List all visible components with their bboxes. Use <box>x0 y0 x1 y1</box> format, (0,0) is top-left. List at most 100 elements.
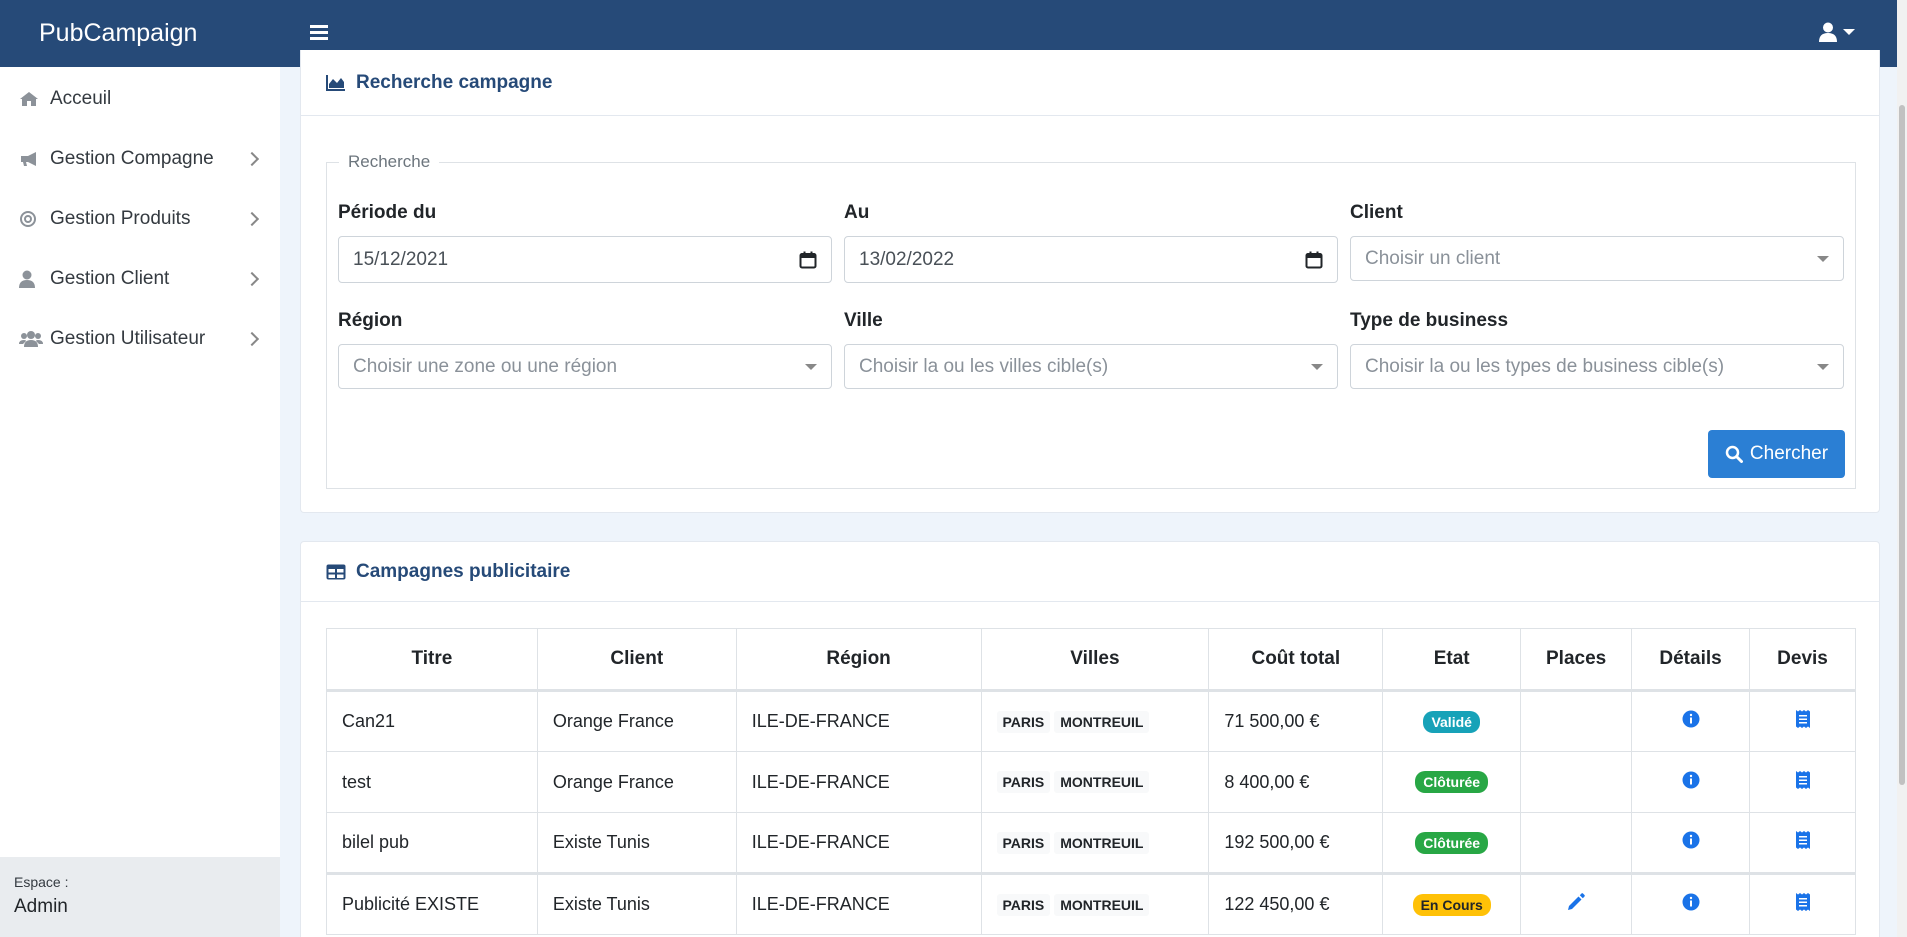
cell-cities: PARIS MONTREUIL <box>980 690 1210 752</box>
sidebar-item-gestion-compagne[interactable]: Gestion Compagne <box>0 129 280 189</box>
menu-toggle-icon[interactable] <box>310 22 328 44</box>
cell-cost: 122 450,00 € <box>1208 872 1384 935</box>
column-header[interactable]: Coût total <box>1208 628 1384 692</box>
column-header[interactable]: Client <box>536 628 737 692</box>
period-to-label: Au <box>844 202 870 223</box>
chevron-right-icon <box>244 271 260 287</box>
sidebar-item-label: Gestion Produits <box>50 208 191 229</box>
campaigns-card-title: Campagnes publicitaire <box>356 560 571 582</box>
status-badge: Clôturée <box>1415 831 1489 854</box>
cell-state: Clôturée <box>1382 751 1522 813</box>
cell-title: Can21 <box>326 690 538 752</box>
info-icon[interactable] <box>1682 831 1700 854</box>
table-row: bilel pub Existe Tunis ILE-DE-FRANCE PAR… <box>326 812 1856 874</box>
period-from-label: Période du <box>338 202 437 223</box>
cell-places <box>1520 751 1633 813</box>
search-icon <box>1725 445 1743 463</box>
cell-client: Existe Tunis <box>536 812 737 874</box>
column-header[interactable]: Places <box>1520 628 1633 692</box>
receipt-icon[interactable] <box>1795 831 1810 854</box>
cell-details <box>1631 872 1751 935</box>
info-icon[interactable] <box>1682 710 1700 733</box>
sidebar-item-gestion-produits[interactable]: Gestion Produits <box>0 189 280 249</box>
region-label: Région <box>338 310 403 331</box>
info-icon[interactable] <box>1682 771 1700 794</box>
period-from-field: Période du 15/12/2021 <box>338 202 832 283</box>
user-menu[interactable] <box>1819 22 1855 42</box>
cell-state: Validé <box>1382 690 1522 752</box>
region-field: Région Choisir une zone ou une région <box>338 310 832 389</box>
city-badge: MONTREUIL <box>1054 893 1150 916</box>
cell-state: En Cours <box>1382 872 1522 935</box>
chevron-down-icon <box>1311 363 1323 370</box>
cell-client: Orange France <box>536 690 737 752</box>
brand-logo[interactable]: PubCampaign <box>39 0 197 67</box>
receipt-icon[interactable] <box>1795 770 1810 794</box>
cell-title: bilel pub <box>326 812 538 874</box>
receipt-icon[interactable] <box>1795 893 1810 916</box>
city-select[interactable]: Choisir la ou les villes cible(s) <box>844 344 1338 389</box>
column-header[interactable]: Devis <box>1749 628 1856 692</box>
cell-client: Orange France <box>536 751 737 813</box>
receipt-icon[interactable] <box>1795 710 1810 733</box>
cell-cities: PARIS MONTREUIL <box>980 751 1210 813</box>
search-button[interactable]: Chercher <box>1708 430 1845 478</box>
client-label: Client <box>1350 202 1403 223</box>
sidebar-item-accueil[interactable]: Acceuil <box>0 69 280 129</box>
space-value: Admin <box>14 896 68 917</box>
cell-client: Existe Tunis <box>536 872 737 935</box>
sidebar-item-gestion-client[interactable]: Gestion Client <box>0 249 280 309</box>
calendar-icon[interactable] <box>1305 251 1323 269</box>
cell-region: ILE-DE-FRANCE <box>735 751 982 813</box>
cell-quote <box>1749 812 1856 874</box>
city-badge: PARIS <box>996 771 1051 793</box>
chevron-down-icon <box>1817 255 1829 262</box>
city-badge: MONTREUIL <box>1054 771 1150 793</box>
cell-details <box>1631 812 1751 874</box>
column-header[interactable]: Détails <box>1631 628 1751 692</box>
column-header[interactable]: Villes <box>980 628 1210 692</box>
city-badge: MONTREUIL <box>1054 710 1150 733</box>
city-badge: PARIS <box>996 831 1051 854</box>
sidebar-item-label: Gestion Utilisateur <box>50 328 206 349</box>
client-select[interactable]: Choisir un client <box>1350 236 1844 281</box>
cell-cost: 8 400,00 € <box>1208 751 1384 813</box>
cell-state: Clôturée <box>1382 812 1522 874</box>
campaigns-table: Titre Client Région Villes Coût total Et… <box>326 628 1856 935</box>
info-icon[interactable] <box>1682 893 1700 916</box>
client-field: Client Choisir un client <box>1350 202 1844 281</box>
chevron-down-icon <box>1817 363 1829 370</box>
page-scrollbar[interactable] <box>1897 0 1907 937</box>
sidebar-item-label: Acceuil <box>50 88 112 109</box>
chevron-down-icon <box>1843 29 1855 35</box>
table-header-row: Titre Client Région Villes Coût total Et… <box>326 628 1856 692</box>
column-header[interactable]: Titre <box>326 628 538 692</box>
cell-places <box>1520 872 1633 935</box>
column-header[interactable]: Région <box>735 628 982 692</box>
users-icon <box>19 329 43 349</box>
period-from-input[interactable]: 15/12/2021 <box>338 236 832 283</box>
status-badge: Clôturée <box>1415 771 1489 793</box>
sidebar-footer: Espace : Admin <box>0 857 280 937</box>
city-badge: PARIS <box>996 710 1051 733</box>
cell-quote <box>1749 872 1856 935</box>
chevron-right-icon <box>244 211 260 227</box>
sidebar-item-gestion-utilisateur[interactable]: Gestion Utilisateur <box>0 309 280 369</box>
city-label: Ville <box>844 310 883 331</box>
column-header[interactable]: Etat <box>1382 628 1522 692</box>
cell-cities: PARIS MONTREUIL <box>980 812 1210 874</box>
business-type-select[interactable]: Choisir la ou les types de business cibl… <box>1350 344 1844 389</box>
cell-details <box>1631 690 1751 752</box>
cell-title: Publicité EXISTE <box>326 872 538 935</box>
cell-region: ILE-DE-FRANCE <box>735 690 982 752</box>
edit-pencil-icon[interactable] <box>1566 892 1586 917</box>
region-select[interactable]: Choisir une zone ou une région <box>338 344 832 389</box>
cell-quote <box>1749 751 1856 813</box>
period-to-input[interactable]: 13/02/2022 <box>844 236 1338 283</box>
scroll-thumb[interactable] <box>1899 105 1905 785</box>
space-label: Espace : <box>14 874 69 890</box>
cell-quote <box>1749 690 1856 752</box>
calendar-icon[interactable] <box>799 251 817 269</box>
cell-region: ILE-DE-FRANCE <box>735 872 982 935</box>
business-type-field: Type de business Choisir la ou les types… <box>1350 310 1844 389</box>
